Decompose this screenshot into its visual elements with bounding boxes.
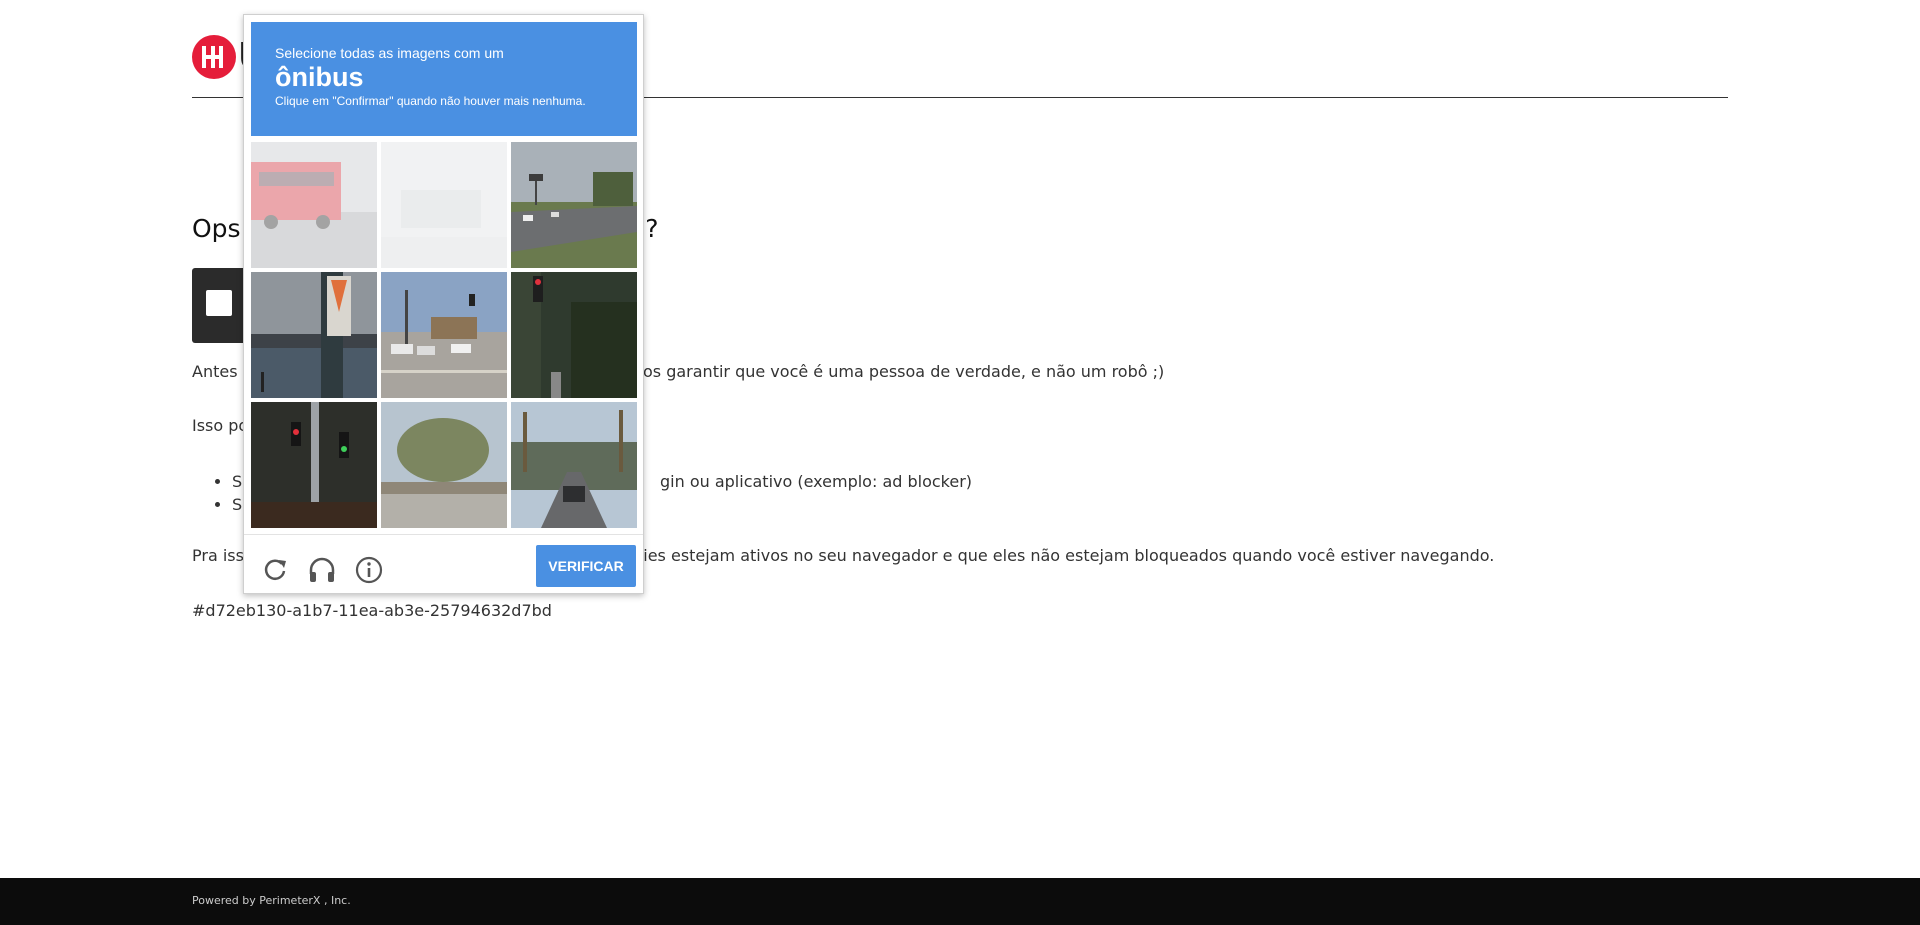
captcha-subtext: Clique em "Confirmar" quando não houver … [275, 94, 586, 108]
press-checkbox-icon [206, 290, 232, 316]
captcha-tile-4[interactable] [251, 272, 377, 398]
captcha-header: Selecione todas as imagens com um ônibus… [251, 22, 637, 136]
captcha-tile-2[interactable] [381, 142, 507, 268]
captcha-tile-3[interactable] [511, 142, 637, 268]
captcha-tile-8[interactable] [381, 402, 507, 528]
captcha-instruction: Selecione todas as imagens com um [275, 45, 504, 61]
footer: Powered by PerimeterX , Inc. [0, 878, 1920, 925]
list-item-tail: gin ou aplicativo (exemplo: ad blocker) [660, 472, 973, 491]
tile-image-bus [251, 142, 377, 268]
captcha-divider [244, 534, 643, 535]
paragraph-reason-head: Isso po [192, 416, 249, 435]
reload-icon-glyph [264, 559, 286, 580]
tile-image-pier [251, 272, 377, 398]
tile-image-palms [381, 402, 507, 528]
page-title-start: Ops! [192, 214, 251, 243]
captcha-dialog: Selecione todas as imagens com um ônibus… [243, 14, 644, 594]
tile-image-night-signal [251, 402, 377, 528]
footer-powered-by: Powered by PerimeterX , Inc. [192, 894, 351, 907]
captcha-tile-7[interactable] [251, 402, 377, 528]
info-icon-glyph [355, 556, 383, 584]
paragraph-intro-tail: os garantir que você é uma pessoa de ver… [643, 362, 1165, 381]
verify-button[interactable]: VERIFICAR [536, 545, 636, 587]
tile-image-faded-bus [381, 142, 507, 268]
captcha-tile-9[interactable] [511, 402, 637, 528]
paragraph-cookies-tail: kies estejam ativos no seu navegador e q… [634, 546, 1495, 565]
paragraph-reason: Isso po [192, 416, 248, 435]
captcha-keyword: ônibus [275, 62, 364, 92]
info-icon[interactable] [354, 555, 384, 585]
logo-mark-icon [202, 46, 223, 68]
page-title: Ops! ô? [192, 214, 659, 243]
reload-icon[interactable] [260, 555, 290, 585]
captcha-tile-1[interactable] [251, 142, 377, 268]
captcha-tile-6[interactable] [511, 272, 637, 398]
tile-image-traffic-light [511, 272, 637, 398]
headphones-icon[interactable] [307, 555, 337, 585]
headphones-icon-glyph [309, 557, 335, 582]
logo-badge [192, 35, 236, 79]
reference-id: #d72eb130-a1b7-11ea-ab3e-25794632d7bd [192, 601, 552, 620]
tile-image-intersection [381, 272, 507, 398]
tile-image-street [511, 402, 637, 528]
captcha-tile-5[interactable] [381, 272, 507, 398]
tile-image-highway [511, 142, 637, 268]
